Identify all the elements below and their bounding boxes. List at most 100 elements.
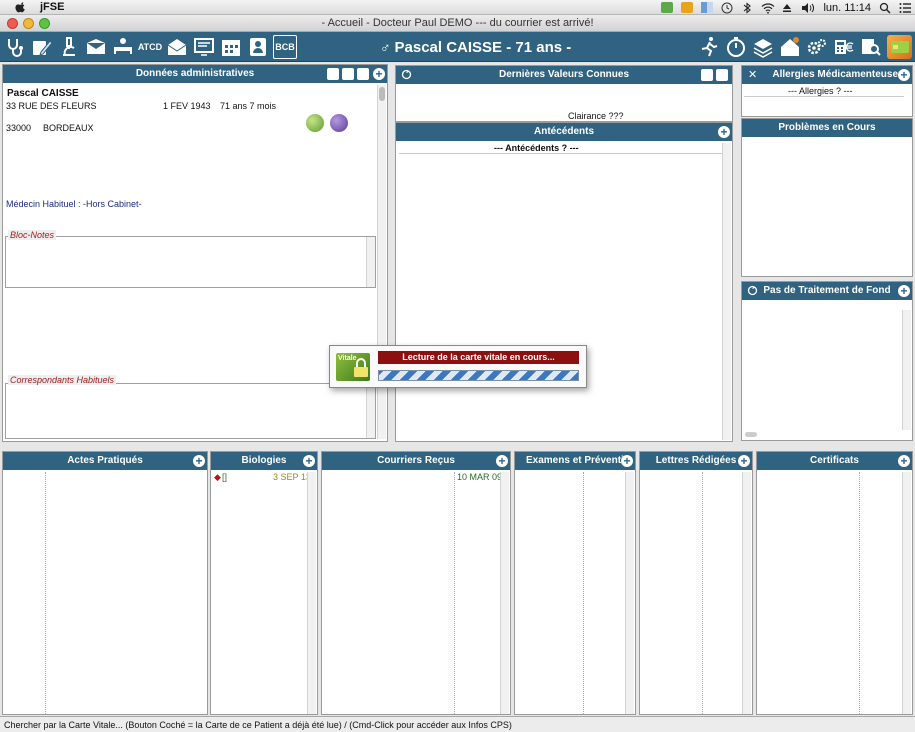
microscope-button[interactable]	[57, 35, 81, 59]
house-icon	[781, 37, 799, 56]
search-documents-button[interactable]	[859, 35, 883, 59]
document-search-icon	[862, 39, 881, 56]
status-text: Chercher par la Carte Vitale... (Bouton …	[4, 720, 512, 730]
id-card-icon	[250, 38, 266, 56]
menubar-clock[interactable]: lun. 11:14	[823, 2, 871, 14]
patient-card-button[interactable]	[246, 35, 270, 59]
stopwatch-icon	[727, 37, 745, 57]
stethoscope-icon	[8, 39, 23, 57]
patient-bed-button[interactable]	[111, 35, 135, 59]
zoom-window-button[interactable]	[39, 18, 50, 29]
home-button[interactable]	[778, 35, 802, 59]
time-machine-icon[interactable]	[721, 2, 733, 14]
billing-button[interactable]	[832, 35, 856, 59]
timer-button[interactable]	[724, 35, 748, 59]
certificats-panel: Certificats +	[756, 451, 913, 715]
close-window-button[interactable]	[7, 18, 18, 29]
correspondants-scrollbar[interactable]	[366, 384, 375, 438]
screen-document-button[interactable]	[192, 35, 216, 59]
vitale-reading-dialog: Vitale Lecture de la carte vitale en cou…	[329, 345, 587, 388]
running-person-icon	[701, 37, 718, 57]
lettres-header: Lettres Rédigées +	[640, 452, 752, 470]
edit-icon[interactable]	[357, 68, 369, 80]
traitement-scrollbar[interactable]	[902, 310, 911, 430]
certificats-add-icon[interactable]: +	[898, 455, 910, 467]
atcd-button[interactable]: ATCD	[138, 35, 162, 59]
antecedents-add-icon[interactable]: +	[718, 126, 730, 138]
courriers-header: Courriers Reçus +	[322, 452, 510, 470]
refresh-icon[interactable]	[401, 69, 412, 80]
copy-icon[interactable]	[342, 68, 354, 80]
mail-open-button[interactable]	[165, 35, 189, 59]
green-badge-icon[interactable]	[306, 114, 324, 132]
purple-badge-icon[interactable]	[330, 114, 348, 132]
flash-icon[interactable]	[681, 2, 694, 13]
antecedents-placeholder: --- Antécédents ? ---	[494, 143, 579, 153]
courriers-scrollbar[interactable]	[500, 472, 509, 714]
antecedents-scrollbar[interactable]	[722, 143, 731, 440]
allergies-add-icon[interactable]: +	[898, 69, 910, 81]
vitale-card-button[interactable]	[887, 35, 912, 59]
usual-doctor: Médecin Habituel : -Hors Cabinet-	[6, 199, 142, 209]
biologies-add-icon[interactable]: +	[303, 455, 315, 467]
biologies-panel: Biologies + ◆ [] 3 SEP 13	[210, 451, 318, 715]
document-screen-icon	[194, 38, 214, 56]
biologies-row-mark: []	[222, 472, 228, 482]
print-icon[interactable]	[327, 68, 339, 80]
traitement-hscroll-thumb[interactable]	[745, 432, 757, 437]
window-titlebar[interactable]: - Accueil - Docteur Paul DEMO --- du cou…	[0, 15, 915, 32]
bluetooth-icon[interactable]	[741, 2, 753, 14]
calculator-euro-icon	[835, 40, 854, 54]
biologies-scrollbar[interactable]	[307, 472, 316, 714]
settings-button[interactable]	[805, 35, 829, 59]
bcb-button[interactable]: BCB	[273, 35, 297, 59]
traitement-add-icon[interactable]: +	[898, 285, 910, 297]
actes-header: Actes Pratiqués +	[3, 452, 207, 470]
antecedents-header: Antécédents +	[396, 123, 732, 141]
admin-add-icon[interactable]: +	[373, 68, 385, 80]
spotlight-icon[interactable]	[879, 2, 891, 14]
notes-field[interactable]	[5, 236, 376, 288]
prescription-button[interactable]	[30, 35, 54, 59]
lettres-add-icon[interactable]: +	[738, 455, 750, 467]
lettres-scrollbar[interactable]	[742, 472, 751, 714]
correspondants-field[interactable]	[5, 383, 376, 439]
calendar-button[interactable]	[219, 35, 243, 59]
refresh-icon[interactable]	[747, 285, 758, 296]
courriers-panel: Courriers Reçus + 10 MAR 09	[321, 451, 511, 715]
stethoscope-button[interactable]	[3, 35, 27, 59]
volume-icon[interactable]	[801, 2, 815, 13]
notes-scrollbar[interactable]	[366, 237, 375, 287]
app-menu-name[interactable]: jFSE	[40, 1, 64, 13]
last-values-header: Dernières Valeurs Connues	[396, 66, 732, 84]
minimize-window-button[interactable]	[23, 18, 34, 29]
courrier-date[interactable]: 10 MAR 09	[457, 472, 502, 482]
patient-title-text: Pascal CAISSE - 71 ans -	[394, 39, 572, 56]
close-allergies-icon[interactable]: ✕	[748, 66, 757, 84]
open-envelope-icon	[167, 39, 187, 55]
admin-panel-header: Données administratives +	[3, 65, 387, 83]
examens-header: Examens et Préventio +	[515, 452, 635, 470]
chart-icon[interactable]	[701, 69, 713, 81]
app-status-icon[interactable]	[661, 2, 674, 13]
admin-scroll-thumb[interactable]	[379, 87, 385, 101]
examens-add-icon[interactable]: +	[621, 455, 633, 467]
menubar-tray: lun. 11:14	[661, 0, 911, 15]
apple-icon[interactable]	[14, 1, 28, 13]
gears-icon	[807, 39, 826, 55]
patient-address: 33 RUE DES FLEURS	[6, 101, 97, 111]
notification-center-icon[interactable]	[899, 2, 911, 13]
examens-scrollbar[interactable]	[625, 472, 634, 714]
vitale-reading-message: Lecture de la carte vitale en cours...	[378, 351, 579, 364]
wifi-icon[interactable]	[761, 2, 775, 14]
courriers-add-icon[interactable]: +	[496, 455, 508, 467]
patient-postal-code: 33000	[6, 123, 32, 133]
certificats-scrollbar[interactable]	[902, 472, 911, 714]
activity-button[interactable]	[697, 35, 721, 59]
mail-button[interactable]	[84, 35, 108, 59]
mail-small-icon[interactable]	[716, 69, 728, 81]
grid-icon[interactable]	[701, 2, 714, 13]
actes-add-icon[interactable]: +	[193, 455, 205, 467]
eject-icon[interactable]	[781, 2, 793, 13]
layers-button[interactable]	[751, 35, 775, 59]
